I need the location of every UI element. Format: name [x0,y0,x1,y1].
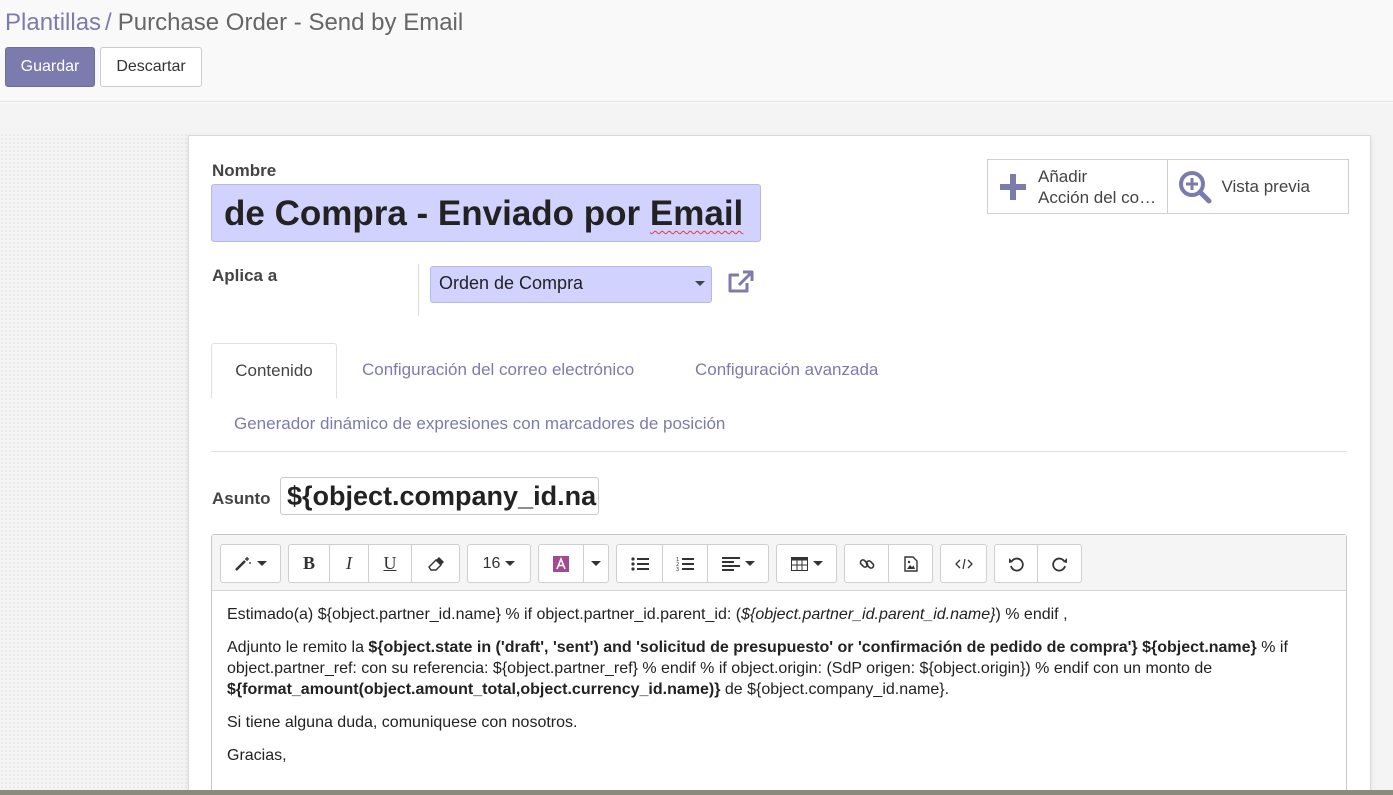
body-paragraph-greeting: Estimado(a) ${object.partner_id.name} % … [227,604,1332,625]
paragraph-group: 1 2 3 [616,544,769,583]
history-group [994,544,1082,583]
font-color-icon [553,555,569,572]
plus-icon [1000,173,1026,200]
insert-table-button[interactable] [777,545,836,582]
name-label: Nombre [212,161,277,180]
table-group [776,544,837,583]
preview-button[interactable]: Vista previa [1168,160,1349,213]
unordered-list-button[interactable] [617,545,663,582]
redo-button[interactable] [1038,545,1081,582]
text-color-dropdown[interactable] [584,545,608,582]
body-greeting-text: Estimado(a) ${object.partner_id.name} % … [227,606,742,623]
bullet-list-icon [630,556,649,571]
align-left-icon [721,556,740,571]
table-icon [790,556,808,571]
style-group [220,544,281,583]
font-size-value: 16 [482,554,501,572]
codeview-group [940,544,987,583]
chevron-down-icon [257,561,267,566]
numbered-list-icon: 1 2 3 [676,557,694,572]
add-action-line2: Acción del co… [1038,187,1157,207]
font-size-dropdown[interactable]: 16 [468,545,530,582]
clear-format-button[interactable] [412,545,459,582]
subject-label: Asunto [212,489,271,508]
external-link-icon[interactable] [727,269,755,295]
magic-wand-icon [235,556,251,571]
bold-button[interactable]: B [289,545,330,582]
underline-icon: U [383,553,397,573]
body-attachment-bold-d: ${format_amount(object.amount_total,obje… [227,681,721,698]
zoom-in-icon [1178,170,1211,203]
editor-toolbar: B I U 16 1 2 3 [212,535,1346,591]
code-view-button[interactable] [941,545,986,582]
tab-content[interactable]: Contenido [211,343,337,399]
body-paragraph-thanks: Gracias, [227,747,287,764]
applies-to-label: Aplica a [212,266,278,285]
add-context-action-label: Añadir Acción del co… [1038,166,1156,208]
color-group [538,544,609,583]
ordered-list-button[interactable]: 1 2 3 [663,545,708,582]
link-icon [859,558,874,569]
align-dropdown-button[interactable] [708,545,768,582]
subject-field[interactable]: ${object.company_id.name} Orden de Compr… [280,477,599,515]
control-panel: Plantillas / Purchase Order - Send by Emai… [0,0,1393,102]
svg-text:3: 3 [676,567,679,572]
tab-advanced-settings[interactable]: Configuración avanzada [695,360,878,380]
window-bottom-border [0,790,1393,795]
insert-group [844,544,933,583]
add-action-line1: Añadir [1038,166,1088,186]
save-button[interactable]: Guardar [5,47,95,87]
body-attachment-bold-b: ${object.state in ('draft', 'sent') and … [368,639,1257,656]
text-color-button[interactable] [539,545,584,582]
name-field-text: de Compra - Enviado por [224,194,650,233]
breadcrumb-separator: / [105,9,112,36]
underline-button[interactable]: U [369,545,412,582]
html-editor: B I U 16 1 2 3 Estimado(a) ${object.part… [211,534,1347,795]
font-size-group: 16 [467,544,531,583]
model-select[interactable]: Orden de Compra [430,266,712,303]
italic-icon: I [346,553,352,573]
code-icon [954,558,973,569]
bold-icon: B [302,553,315,573]
eraser-icon [427,556,444,571]
body-paragraph-contact: Si tiene alguna duda, comuniquese con no… [227,714,578,731]
breadcrumb-link-templates[interactable]: Plantillas [5,9,101,36]
image-icon [903,555,918,572]
tab-email-configuration[interactable]: Configuración del correo electrónico [362,360,634,380]
insert-link-button[interactable] [845,545,889,582]
font-style-group: B I U [288,544,460,583]
breadcrumb-current: Purchase Order - Send by Email [117,9,464,36]
insert-image-button[interactable] [889,545,932,582]
body-greeting-italic: ${object.partner_id.parent_id.name} [741,606,996,623]
italic-button[interactable]: I [330,545,369,582]
undo-button[interactable] [995,545,1038,582]
add-context-action-button[interactable]: Añadir Acción del co… [988,160,1168,213]
field-divider [418,264,419,316]
discard-button[interactable]: Descartar [100,47,202,87]
body-greeting-end: ) % endif , [995,606,1068,623]
chevron-down-icon [744,561,755,566]
preview-label: Vista previa [1221,176,1311,196]
smart-buttons: Añadir Acción del co… Vista previa [987,159,1349,214]
body-paragraph-attachment: Adjunto le remito la ${object.state in (… [227,637,1332,700]
undo-icon [1009,557,1024,571]
chevron-down-icon [812,561,823,566]
editor-body[interactable]: Estimado(a) ${object.partner_id.name} % … [227,604,1332,778]
tab-dynamic-placeholder-generator[interactable]: Generador dinámico de expresiones con ma… [234,414,725,434]
name-field[interactable]: de Compra - Enviado por Email [211,184,761,242]
tabs-divider [211,451,1347,452]
name-field-text-misspelled: Email [649,194,744,233]
chevron-down-icon [591,561,601,566]
style-dropdown-button[interactable] [221,545,280,582]
body-attachment-text-a: Adjunto le remito la [227,639,369,656]
breadcrumb: Plantillas / Purchase Order - Send by Emai… [5,9,463,37]
chevron-down-icon [505,561,516,566]
redo-icon [1051,557,1067,571]
model-select-value: Orden de Compra [439,273,584,293]
body-attachment-text-e: de ${object.company_id.name}. [720,681,950,698]
chevron-down-icon [695,281,705,286]
